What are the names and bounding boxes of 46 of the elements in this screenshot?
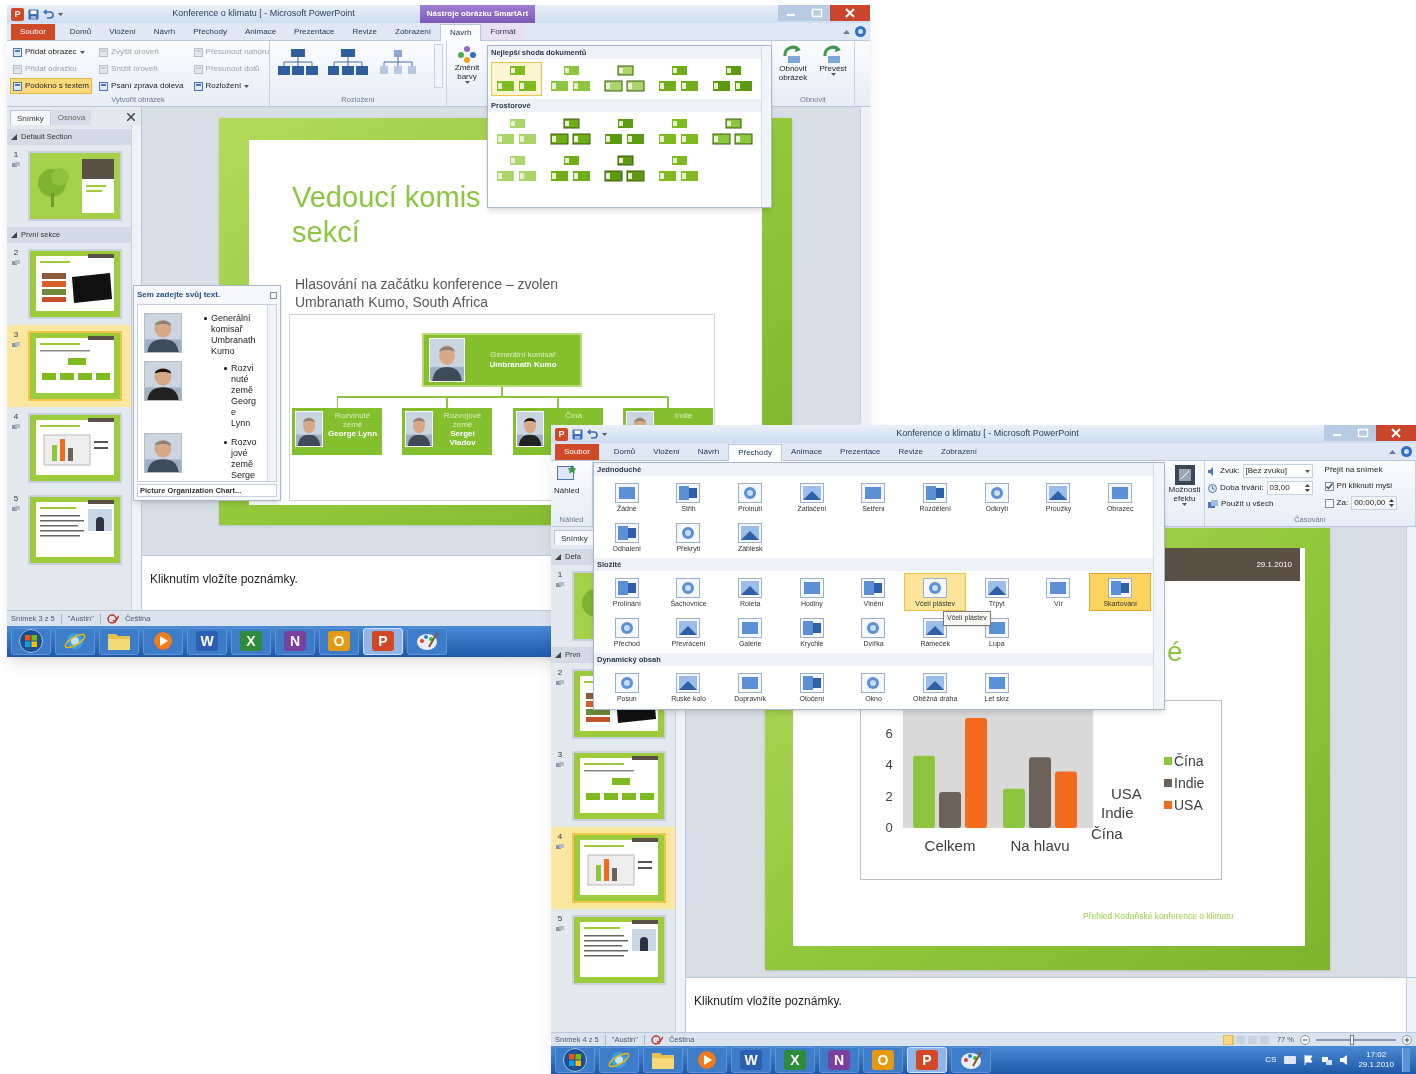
slide-footer: Přehled Kodaňské konference o klimatu [1083,910,1234,923]
window-title: Konference o klimatu [ - Microsoft PowerPoint [172,7,355,21]
slide-number: 1 [13,151,19,159]
depth-axis-label: Čína [1091,825,1123,842]
window-title: Konference o klimatu [ - Microsoft PowerPoint [896,427,1079,441]
slide-number: 4 [557,833,563,841]
depth-axis-label: USA [1111,785,1142,802]
context-tab-header: Nástroje obrázku SmartArt [420,5,535,23]
slide-number: 2 [13,249,19,257]
node-name: Umbranath Kumo [489,360,557,370]
slide-number: 4 [13,413,19,421]
slide-number: 3 [13,331,19,339]
axis-tick-label: 6 [885,725,893,741]
checkbox-label: Za: [1336,497,1349,509]
field-label: Zvuk: [1220,465,1240,477]
field-label: Doba trvání: [1220,482,1264,494]
axis-tick-label: 4 [885,757,893,773]
slide-number: 2 [557,669,563,677]
legend-label: USA [1174,797,1203,813]
slide-date: 29.1.2010 [1256,558,1292,571]
slide-title: é [1167,636,1183,668]
section-label: Přejít na snímek [1324,464,1384,476]
axis-tick-label: 2 [885,788,893,804]
node-role: Rozvojové země [442,411,483,429]
slide-subtitle: Hlasování na začátku konference – zvolen [295,275,559,293]
legend-label: Čína [1174,753,1204,769]
slide-number: 5 [557,915,563,923]
slide-title: sekcí [292,215,361,250]
node-role: Rozvinuté země [333,411,372,429]
slide-number: 1 [557,571,563,579]
slide-number: 3 [557,751,563,759]
slide-number: 5 [13,495,19,503]
depth-axis-label: Indie [1101,804,1134,821]
axis-tick-label: 0 [885,820,893,835]
slide-title: Vedoucí komis [292,180,481,215]
node-role: Čína [564,411,583,420]
slide-subtitle: Umbranath Kumo, South Africa [295,293,489,311]
node-role: Generální komisař [490,350,556,360]
legend-label: Indie [1174,775,1205,791]
node-name: Sergei Vladov [448,429,477,447]
checkbox-label: Při kliknutí myši [1336,480,1393,492]
category-label: Na hlavu [1010,837,1070,854]
pane-title: Sem zadejte svůj text. [137,289,221,301]
category-label: Celkem [924,837,976,854]
node-role: Indie [673,411,694,420]
node-name: George Lynn [326,429,378,438]
